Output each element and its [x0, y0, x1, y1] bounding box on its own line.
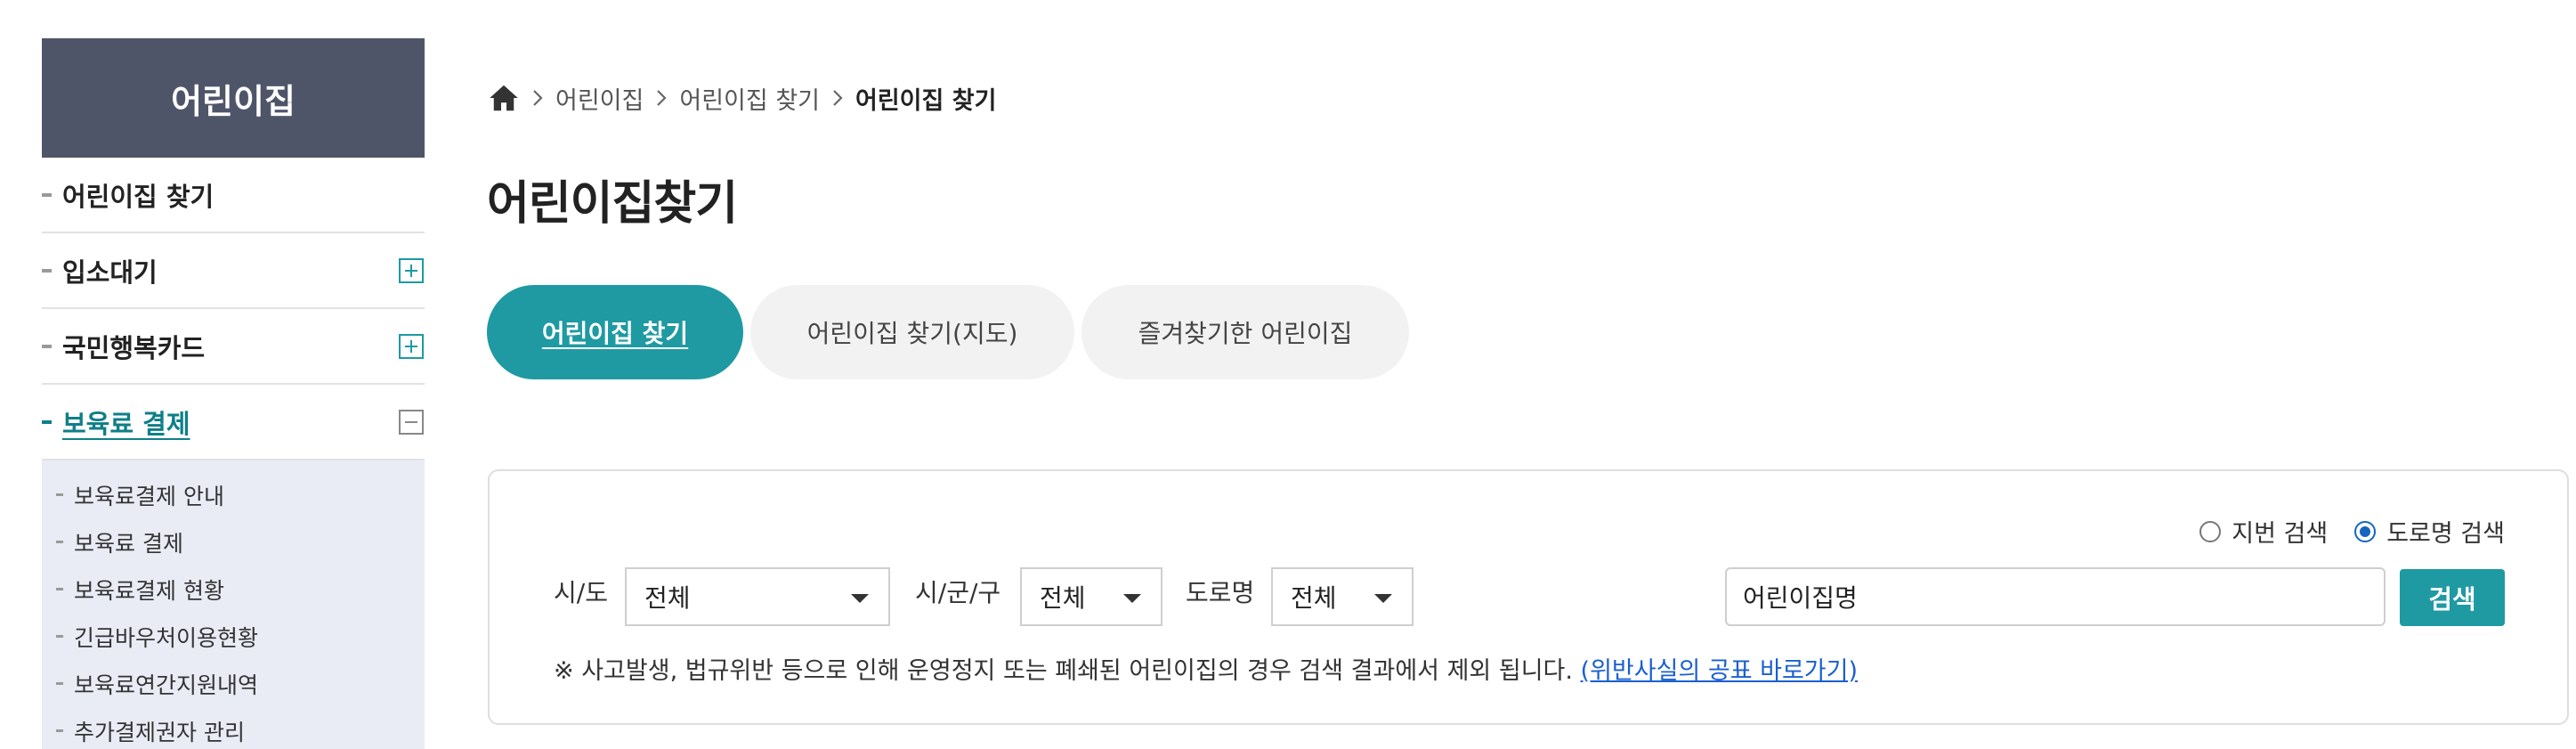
caret-down-icon [1374, 594, 1392, 603]
sidebar-item-label: 국민행복카드 [62, 332, 206, 363]
tab-daycare-search[interactable]: 어린이집 찾기 [487, 285, 743, 379]
sidebar-item-happiness-card[interactable]: 국민행복카드 [42, 309, 425, 385]
dash-bullet [42, 268, 52, 273]
search-panel: 지번 검색 도로명 검색 시/도 전체 시/군/구 전체 도로명 전체 검색 ※… [488, 469, 2569, 725]
radio-lot-search[interactable]: 지번 검색 [2199, 514, 2328, 549]
submenu-item-label: 보육료결제 안내 [74, 483, 224, 509]
submenu-item-label: 보육료연간지원내역 [74, 672, 259, 698]
notice-text: ※ 사고발생, 법규위반 등으로 인해 운영정지 또는 폐쇄된 어린이집의 경우… [554, 651, 1858, 686]
sidebar-title: 어린이집 [42, 38, 425, 158]
plus-square-icon[interactable] [399, 257, 424, 283]
select-value: 전체 [644, 583, 691, 613]
select-value: 전체 [1291, 583, 1337, 613]
plus-square-icon[interactable] [399, 333, 424, 359]
submenu-item-label: 긴급바우처이용현황 [74, 624, 259, 651]
violation-disclosure-link[interactable]: (위반사실의 공표 바로가기) [1581, 657, 1858, 685]
dash-bullet [56, 729, 63, 732]
minus-square-icon[interactable] [399, 409, 424, 435]
dash-bullet [56, 541, 63, 543]
radio-label: 지번 검색 [2232, 520, 2329, 548]
road-select[interactable]: 전체 [1271, 567, 1414, 626]
submenu-item-voucher-status[interactable]: 긴급바우처이용현황 [42, 613, 425, 660]
submenu-item-fee-guide[interactable]: 보육료결제 안내 [42, 471, 425, 518]
tab-daycare-map[interactable]: 어린이집 찾기(지도) [750, 285, 1074, 379]
submenu-item-label: 보육료 결제 [74, 530, 183, 557]
dash-bullet [42, 192, 52, 197]
radio-label: 도로명 검색 [2386, 520, 2505, 548]
radio-road-search[interactable]: 도로명 검색 [2354, 514, 2505, 549]
notice-body: ※ 사고발생, 법규위반 등으로 인해 운영정지 또는 폐쇄된 어린이집의 경우… [554, 657, 1581, 685]
breadcrumb-item-daycare[interactable]: 어린이집 [555, 81, 644, 116]
breadcrumb-item-current: 어린이집 찾기 [855, 86, 997, 115]
breadcrumb: 어린이집 어린이집 찾기 어린이집 찾기 [488, 78, 996, 118]
dash-bullet [42, 344, 52, 348]
tab-favorites[interactable]: 즐겨찾기한 어린이집 [1081, 285, 1409, 379]
submenu-item-fee-status[interactable]: 보육료결제 현황 [42, 566, 425, 613]
tab-label: 어린이집 찾기 [541, 319, 689, 348]
dash-bullet [56, 588, 63, 590]
tab-label: 즐겨찾기한 어린이집 [1138, 319, 1353, 348]
sigungu-label: 시/군/구 [915, 578, 1001, 607]
sido-select[interactable]: 전체 [625, 567, 890, 626]
page-title: 어린이집찾기 [487, 177, 738, 231]
dash-bullet [56, 682, 63, 685]
chevron-right-icon [820, 88, 855, 108]
search-button[interactable]: 검색 [2400, 569, 2505, 626]
submenu-item-label: 보육료결제 현황 [74, 577, 224, 604]
radio-checked-icon[interactable] [2354, 520, 2377, 542]
submenu-item-fee-payment[interactable]: 보육료 결제 [42, 518, 425, 566]
sidebar-item-fee-payment[interactable]: 보육료 결제 [42, 385, 425, 460]
sidebar-item-daycare-search[interactable]: 어린이집 찾기 [42, 158, 425, 233]
tab-label: 어린이집 찾기(지도) [806, 319, 1018, 348]
sidebar-submenu: 보육료결제 안내 보육료 결제 보육료결제 현황 긴급바우처이용현황 보육료연간… [42, 460, 425, 749]
daycare-name-input[interactable] [1725, 567, 2386, 626]
dash-bullet [42, 419, 52, 424]
sigungu-select[interactable]: 전체 [1020, 567, 1162, 626]
breadcrumb-item-search[interactable]: 어린이집 찾기 [679, 81, 820, 116]
sidebar-item-label: 어린이집 찾기 [62, 181, 215, 212]
radio-unchecked-icon[interactable] [2199, 520, 2222, 542]
submenu-item-label: 추가결제권자 관리 [74, 719, 245, 745]
sidebar-item-label: 입소대기 [62, 256, 158, 288]
submenu-item-extra-payer[interactable]: 추가결제권자 관리 [42, 707, 425, 749]
caret-down-icon [851, 594, 869, 603]
road-label: 도로명 [1186, 578, 1255, 607]
chevron-right-icon [520, 88, 555, 108]
submenu-item-annual-support[interactable]: 보육료연간지원내역 [42, 660, 425, 707]
home-icon[interactable] [488, 82, 520, 114]
chevron-right-icon [644, 88, 679, 108]
sidebar-item-waitlist[interactable]: 입소대기 [42, 233, 425, 309]
sidebar-item-label: 보육료 결제 [62, 408, 190, 439]
caret-down-icon [1123, 594, 1141, 603]
dash-bullet [56, 493, 63, 496]
sido-label: 시/도 [554, 578, 608, 607]
search-type-radio-group: 지번 검색 도로명 검색 [2173, 514, 2505, 549]
dash-bullet [56, 635, 63, 638]
tab-list: 어린이집 찾기 어린이집 찾기(지도) 즐겨찾기한 어린이집 [487, 285, 1416, 379]
sidebar: 어린이집 어린이집 찾기 입소대기 국민행복카드 보육료 결제 보육료결제 안내 [42, 38, 425, 749]
select-value: 전체 [1040, 583, 1086, 613]
